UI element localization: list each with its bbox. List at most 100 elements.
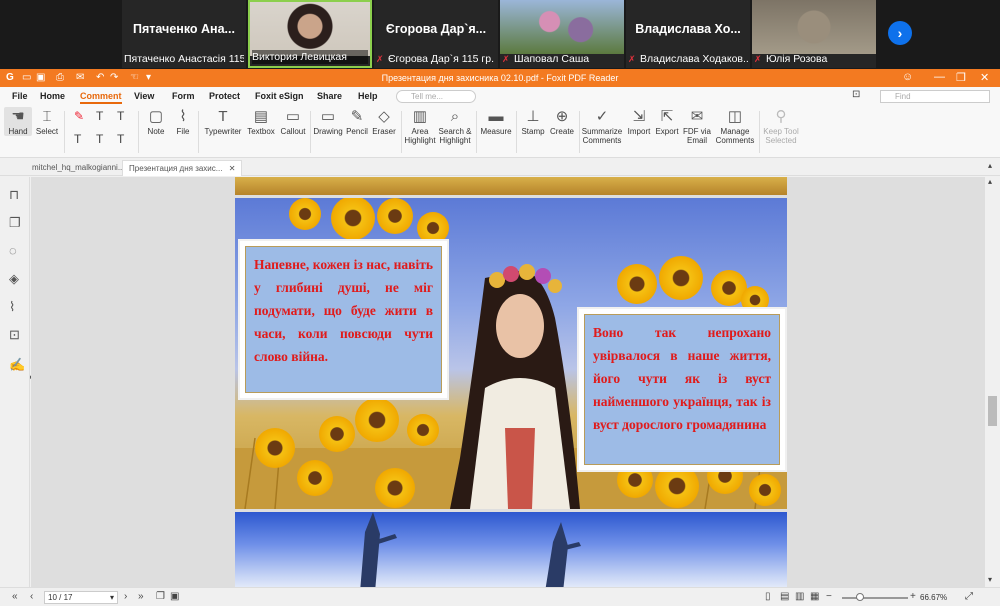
import-button[interactable]: ⇲ Import — [624, 107, 654, 136]
text-highlight-icon[interactable]: T — [96, 109, 103, 123]
attachments-icon[interactable]: ⌇ — [9, 299, 15, 315]
participant-tile[interactable]: ✗ Шаповал Саша — [500, 0, 624, 68]
navigation-sidebar: ⊓ ❐ ◌ ◈ ⌇ ⊡ ✍ ▸ — [0, 177, 34, 587]
continuous-facing-icon[interactable]: ▦ — [810, 591, 819, 602]
search-highlight-button[interactable]: ⌕ Search & Highlight — [438, 107, 472, 145]
menu-view[interactable]: View — [134, 91, 154, 101]
view-mode-icon[interactable]: ⊡ — [852, 89, 860, 100]
menu-form[interactable]: Form — [172, 91, 195, 101]
copy-page-icon[interactable]: ❐ — [156, 591, 165, 602]
zoom-in-icon[interactable]: + — [910, 591, 916, 602]
pencil-button[interactable]: ✎ Pencil — [345, 107, 369, 136]
continuous-icon[interactable]: ▤ — [780, 591, 789, 602]
textbox-button[interactable]: ▤ Textbox — [246, 107, 276, 136]
fullscreen-icon[interactable]: ⤢ — [965, 591, 973, 602]
menu-home[interactable]: Home — [40, 91, 65, 101]
squiggly-icon[interactable]: T — [74, 132, 81, 146]
page-number-input[interactable]: 10 / 17 ▾ — [44, 591, 118, 604]
menu-comment[interactable]: Comment — [80, 91, 122, 104]
note-icon: ▢ — [148, 108, 164, 125]
typewriter-button[interactable]: T Typewriter — [202, 107, 244, 136]
muted-mic-icon: ✗ — [376, 54, 384, 64]
stamp-button[interactable]: ⊥ Stamp — [519, 107, 547, 136]
tell-me-placeholder: Tell me... — [411, 92, 444, 101]
participant-tile-active-speaker[interactable]: Виктория Левицкая — [248, 0, 372, 68]
fdf-via-email-button[interactable]: ✉ FDF via Email — [682, 107, 712, 145]
paperclip-icon: ⌇ — [179, 108, 187, 125]
replace-text-icon[interactable]: T — [117, 132, 124, 146]
keep-tool-selected-button[interactable]: ⚲ Keep Tool Selected — [761, 107, 801, 145]
minimize-button[interactable]: — — [934, 71, 945, 83]
zoom-level[interactable]: 66.67% — [920, 593, 947, 602]
participant-tile[interactable]: Єгорова Дар`я... ✗ Єгорова Дар`я 115 гр. — [374, 0, 498, 68]
file-attach-button[interactable]: ⌇ File — [172, 107, 194, 136]
create-stamp-button[interactable]: ⊕ Create — [548, 107, 576, 136]
close-button[interactable]: ✕ — [980, 71, 989, 84]
area-highlight-button[interactable]: ▥ Area Highlight — [404, 107, 436, 145]
layers-icon[interactable]: ◈ — [9, 271, 19, 287]
document-view[interactable]: Напевне, кожен із нас, навіть у глибині … — [31, 177, 985, 587]
vertical-scrollbar[interactable]: ▴ ▾ — [985, 177, 1000, 587]
menu-help[interactable]: Help — [358, 91, 378, 101]
note-button[interactable]: ▢ Note — [144, 107, 168, 136]
first-page-icon[interactable]: « — [12, 591, 18, 602]
zoom-out-icon[interactable]: − — [826, 591, 832, 602]
bookmark-icon[interactable]: ⊓ — [9, 187, 19, 203]
account-icon[interactable]: ☺ — [902, 71, 913, 83]
tab-document-1[interactable]: mitchel_hq_malkogianni... — [26, 160, 131, 176]
drawing-button[interactable]: ▭ Drawing — [313, 107, 343, 136]
export-button[interactable]: ⇱ Export — [654, 107, 680, 136]
scroll-down-icon[interactable]: ▾ — [988, 575, 992, 584]
next-participants-button[interactable]: › — [888, 21, 912, 45]
manage-comments-button[interactable]: ◫ Manage Comments — [713, 107, 757, 145]
chevron-up-icon[interactable]: ▴ — [988, 161, 992, 170]
page-dropdown-icon[interactable]: ▾ — [110, 592, 114, 603]
pages-icon[interactable]: ❐ — [9, 215, 21, 231]
menu-foxit-esign[interactable]: Foxit eSign — [255, 91, 304, 101]
participant-caption: ✗ Шаповал Саша — [502, 53, 590, 65]
ribbon-separator — [138, 111, 139, 153]
participant-tile[interactable]: ✗ Юлія Розова — [752, 0, 876, 68]
find-input[interactable]: Find — [880, 90, 990, 103]
page-view-icon[interactable]: ▣ — [170, 591, 179, 602]
area-highlight-icon: ▥ — [412, 108, 428, 125]
eraser-icon: ◇ — [378, 108, 390, 125]
participant-big-name: Владислава Хо... — [635, 22, 741, 36]
strikeout-icon[interactable]: T — [96, 132, 103, 146]
close-tab-icon[interactable]: ✕ — [229, 164, 236, 173]
participant-video — [752, 0, 876, 54]
signature-icon[interactable]: ✍ — [9, 357, 25, 373]
scrollbar-thumb[interactable] — [988, 396, 997, 426]
previous-page-icon[interactable]: ‹ — [30, 591, 33, 602]
callout-button[interactable]: ▭ Callout — [279, 107, 307, 136]
ribbon-separator — [310, 111, 311, 153]
eraser-button[interactable]: ◇ Eraser — [371, 107, 397, 136]
facing-icon[interactable]: ▥ — [795, 591, 804, 602]
menu-share[interactable]: Share — [317, 91, 342, 101]
zoom-slider-thumb[interactable] — [856, 593, 864, 601]
next-page-icon[interactable]: › — [124, 591, 127, 602]
measure-button[interactable]: ▬ Measure — [479, 107, 513, 136]
tab-document-2[interactable]: Презентация дня захис... ✕ — [122, 160, 243, 176]
menu-file[interactable]: File — [12, 91, 28, 101]
maximize-button[interactable]: ❐ — [956, 71, 966, 84]
hand-tool-button[interactable]: ☚ Hand — [4, 107, 32, 136]
security-icon[interactable]: ⊡ — [9, 327, 20, 343]
last-page-icon[interactable]: » — [138, 591, 144, 602]
single-page-icon[interactable]: ▯ — [765, 591, 771, 602]
ribbon-separator — [759, 111, 760, 153]
import-icon: ⇲ — [632, 108, 646, 125]
underline-icon[interactable]: T — [117, 109, 124, 123]
ruler-icon: ▬ — [488, 108, 504, 125]
tell-me-input[interactable]: Tell me... — [396, 90, 476, 103]
menu-protect[interactable]: Protect — [209, 91, 240, 101]
scroll-up-icon[interactable]: ▴ — [988, 177, 992, 186]
participant-tile[interactable]: Пятаченко Ана... Пятаченко Анастасія 115 — [122, 0, 246, 68]
comments-icon[interactable]: ◌ — [9, 243, 17, 258]
select-tool-button[interactable]: ⌶ Select — [34, 107, 60, 136]
participant-big-name: Єгорова Дар`я... — [385, 22, 487, 36]
summarize-comments-button[interactable]: ✓ Summarize Comments — [581, 107, 623, 145]
highlight-icon[interactable]: ✎ — [74, 109, 84, 123]
participant-tile[interactable]: Владислава Хо... ✗ Владислава Ходаков... — [626, 0, 750, 68]
zoom-slider[interactable] — [842, 593, 908, 601]
